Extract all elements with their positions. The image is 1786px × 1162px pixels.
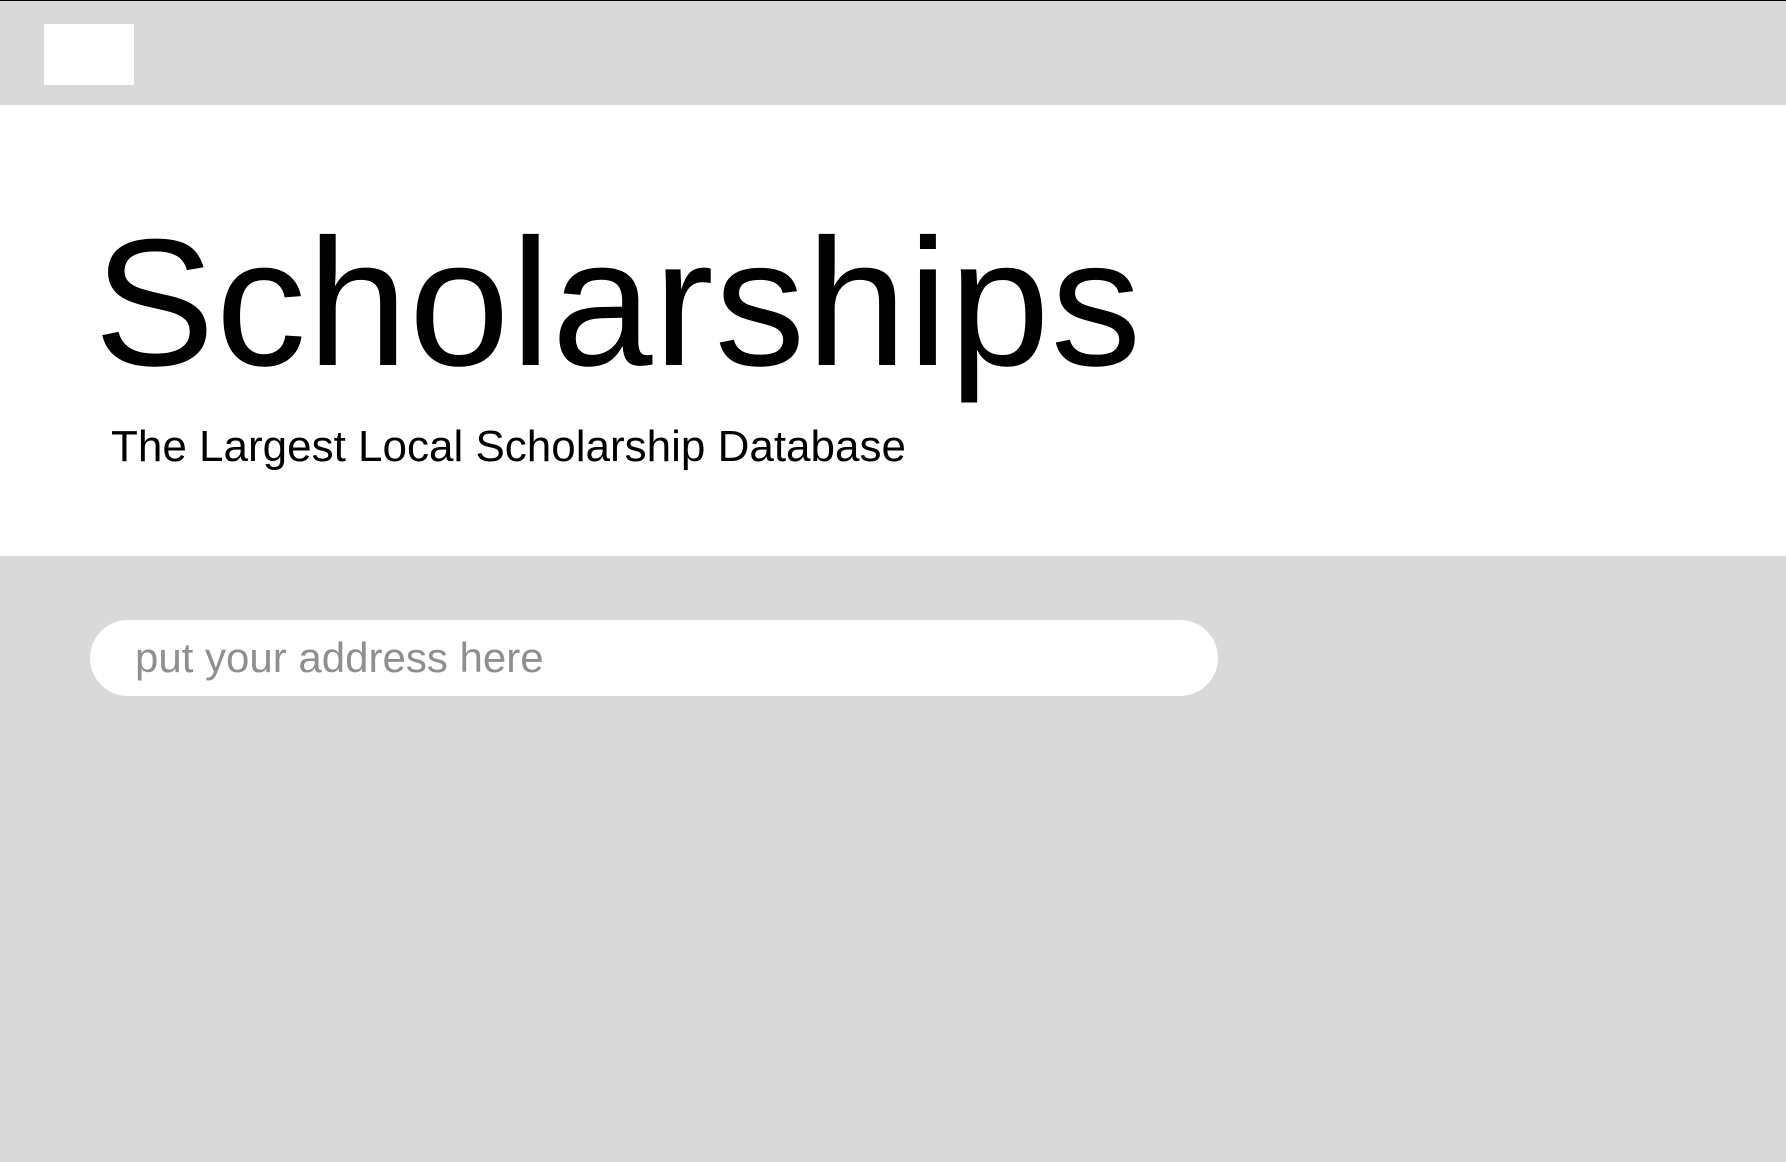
address-input[interactable] xyxy=(90,620,1218,696)
logo-placeholder[interactable] xyxy=(44,24,134,85)
hero-section: Scholarships The Largest Local Scholarsh… xyxy=(0,105,1786,556)
page-title: Scholarships xyxy=(94,202,1143,404)
page-subtitle: The Largest Local Scholarship Database xyxy=(111,422,906,471)
search-section xyxy=(0,556,1786,1162)
top-bar xyxy=(0,0,1786,105)
